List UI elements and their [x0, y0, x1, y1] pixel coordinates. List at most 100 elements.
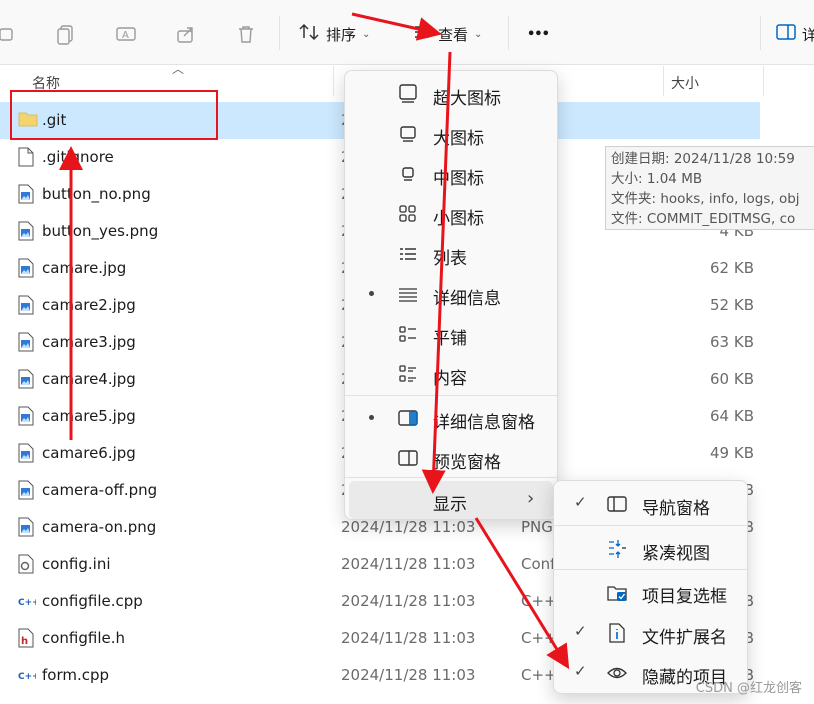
- file-date: 2024/11/28 11:03: [341, 592, 476, 610]
- file-name: camare5.jpg: [42, 407, 136, 425]
- preview-pane-icon: [397, 447, 419, 469]
- sort-button[interactable]: 排序 ⌄: [298, 22, 370, 46]
- file-name: camare6.jpg: [42, 444, 136, 462]
- menu-separator: [345, 395, 557, 396]
- file-name: button_yes.png: [42, 222, 159, 240]
- item-checkbox-icon: [606, 581, 628, 603]
- menu-item-details-pane[interactable]: 详细信息窗格: [349, 399, 553, 437]
- details-pane-label: 详: [802, 25, 814, 44]
- file-name: camare2.jpg: [42, 296, 136, 314]
- menu-item-label: 详细信息: [433, 289, 501, 309]
- watermark: CSDN @红龙创客: [695, 681, 802, 696]
- cut-icon[interactable]: [0, 22, 18, 46]
- image-icon: [18, 295, 36, 315]
- toolbar-divider: [279, 16, 280, 50]
- image-icon: [18, 443, 36, 463]
- toolbar-divider: [508, 16, 509, 50]
- menu-item-label: 大图标: [433, 129, 484, 149]
- medium-icons-icon: [397, 163, 419, 185]
- svg-text:h: h: [21, 636, 28, 647]
- checkmark-icon: ✓: [574, 493, 587, 511]
- image-icon: [18, 480, 36, 500]
- view-button[interactable]: 查看 ⌄: [412, 22, 482, 46]
- file-size: 64 KB: [710, 407, 754, 425]
- menu-item-tiles[interactable]: 平铺: [349, 315, 553, 353]
- view-icon: [412, 22, 432, 46]
- file-name: .gitignore: [42, 148, 114, 166]
- checkmark-icon: ✓: [574, 662, 587, 680]
- svg-text:C++: C++: [18, 672, 36, 682]
- menu-item-label: 列表: [433, 249, 467, 269]
- svg-text:C++: C++: [18, 598, 36, 608]
- column-divider[interactable]: [763, 66, 764, 96]
- column-header-size[interactable]: 大小: [671, 73, 699, 93]
- file-name: camare4.jpg: [42, 370, 136, 388]
- cpp-file-icon: C++: [18, 591, 40, 611]
- annotation-highlight-box: [10, 90, 218, 140]
- folder-info-tooltip: 创建日期: 2024/11/28 10:59 大小: 1.04 MB 文件夹: …: [605, 146, 814, 230]
- toolbar-divider: [760, 16, 761, 50]
- file-name: camera-on.png: [42, 518, 157, 536]
- small-icons-icon: [397, 203, 419, 225]
- sort-icon: [298, 22, 320, 46]
- column-divider[interactable]: [333, 66, 334, 96]
- checkmark-icon: ✓: [574, 622, 587, 640]
- submenu-item-compact-view[interactable]: 紧凑视图: [558, 530, 743, 568]
- file-date: 2024/11/28 11:03: [341, 629, 476, 647]
- copy-icon[interactable]: [54, 22, 78, 46]
- file-name: camare.jpg: [42, 259, 127, 277]
- menu-item-list[interactable]: 列表: [349, 235, 553, 273]
- more-options-button[interactable]: •••: [527, 22, 550, 46]
- menu-item-details[interactable]: 详细信息: [349, 275, 553, 313]
- menu-item-preview-pane[interactable]: 预览窗格: [349, 439, 553, 477]
- command-bar: A 排序 ⌄ 查看 ⌄ ••• 详: [0, 0, 814, 65]
- hidden-items-icon: [606, 662, 628, 684]
- delete-icon[interactable]: [234, 22, 258, 46]
- submenu-item-navigation-pane[interactable]: ✓ 导航窗格: [558, 485, 743, 523]
- column-divider[interactable]: [663, 66, 664, 96]
- file-size: 63 KB: [710, 333, 754, 351]
- menu-item-show[interactable]: 显示 ›: [349, 481, 553, 519]
- tiles-icon: [397, 323, 419, 345]
- menu-item-label: 小图标: [433, 209, 484, 229]
- compact-view-icon: [606, 538, 628, 560]
- share-icon[interactable]: [174, 22, 198, 46]
- file-name: camare3.jpg: [42, 333, 136, 351]
- navigation-pane-icon: [606, 493, 628, 515]
- file-date: 2024/11/28 11:03: [341, 518, 476, 536]
- submenu-item-item-checkbox[interactable]: 项目复选框: [558, 573, 743, 611]
- submenu-item-file-extension[interactable]: ✓ 文件扩展名: [558, 614, 743, 652]
- view-label: 查看: [438, 25, 469, 44]
- menu-item-larges-icon[interactable]: 大图标: [349, 115, 553, 153]
- details-pane-icon: [397, 407, 419, 429]
- image-icon: [18, 406, 36, 426]
- file-extension-icon: [606, 622, 628, 644]
- tooltip-created: 创建日期: 2024/11/28 10:59: [611, 151, 795, 167]
- submenu-item-label: 项目复选框: [642, 587, 727, 607]
- submenu-item-label: 文件扩展名: [642, 628, 727, 648]
- menu-item-show-label: 显示: [433, 495, 467, 515]
- details-pane-icon: [776, 23, 796, 45]
- menu-item-extra-larges-icon[interactable]: 超大图标: [349, 75, 553, 113]
- file-size: 60 KB: [710, 370, 754, 388]
- menu-item-smalls-icon[interactable]: 小图标: [349, 195, 553, 233]
- extra-large-icons-icon: [397, 83, 419, 105]
- menu-separator: [554, 525, 747, 526]
- tooltip-size: 大小: 1.04 MB: [611, 171, 703, 187]
- image-icon: [18, 184, 36, 204]
- sort-label: 排序: [326, 25, 357, 44]
- menu-item-label: 详细信息窗格: [433, 413, 535, 433]
- chevron-right-icon: ›: [527, 488, 535, 509]
- menu-item-label: 中图标: [433, 169, 484, 189]
- file-name: configfile.h: [42, 629, 126, 647]
- large-icons-icon: [397, 123, 419, 145]
- file-icon: [18, 147, 36, 167]
- file-name: form.cpp: [42, 666, 110, 684]
- rename-icon[interactable]: A: [114, 22, 138, 46]
- menu-item-mediums-icon[interactable]: 中图标: [349, 155, 553, 193]
- menu-item-content[interactable]: 内容: [349, 355, 553, 393]
- details-pane-button[interactable]: 详: [776, 22, 814, 46]
- image-icon: [18, 221, 36, 241]
- file-name: configfile.cpp: [42, 592, 143, 610]
- file-name: camera-off.png: [42, 481, 158, 499]
